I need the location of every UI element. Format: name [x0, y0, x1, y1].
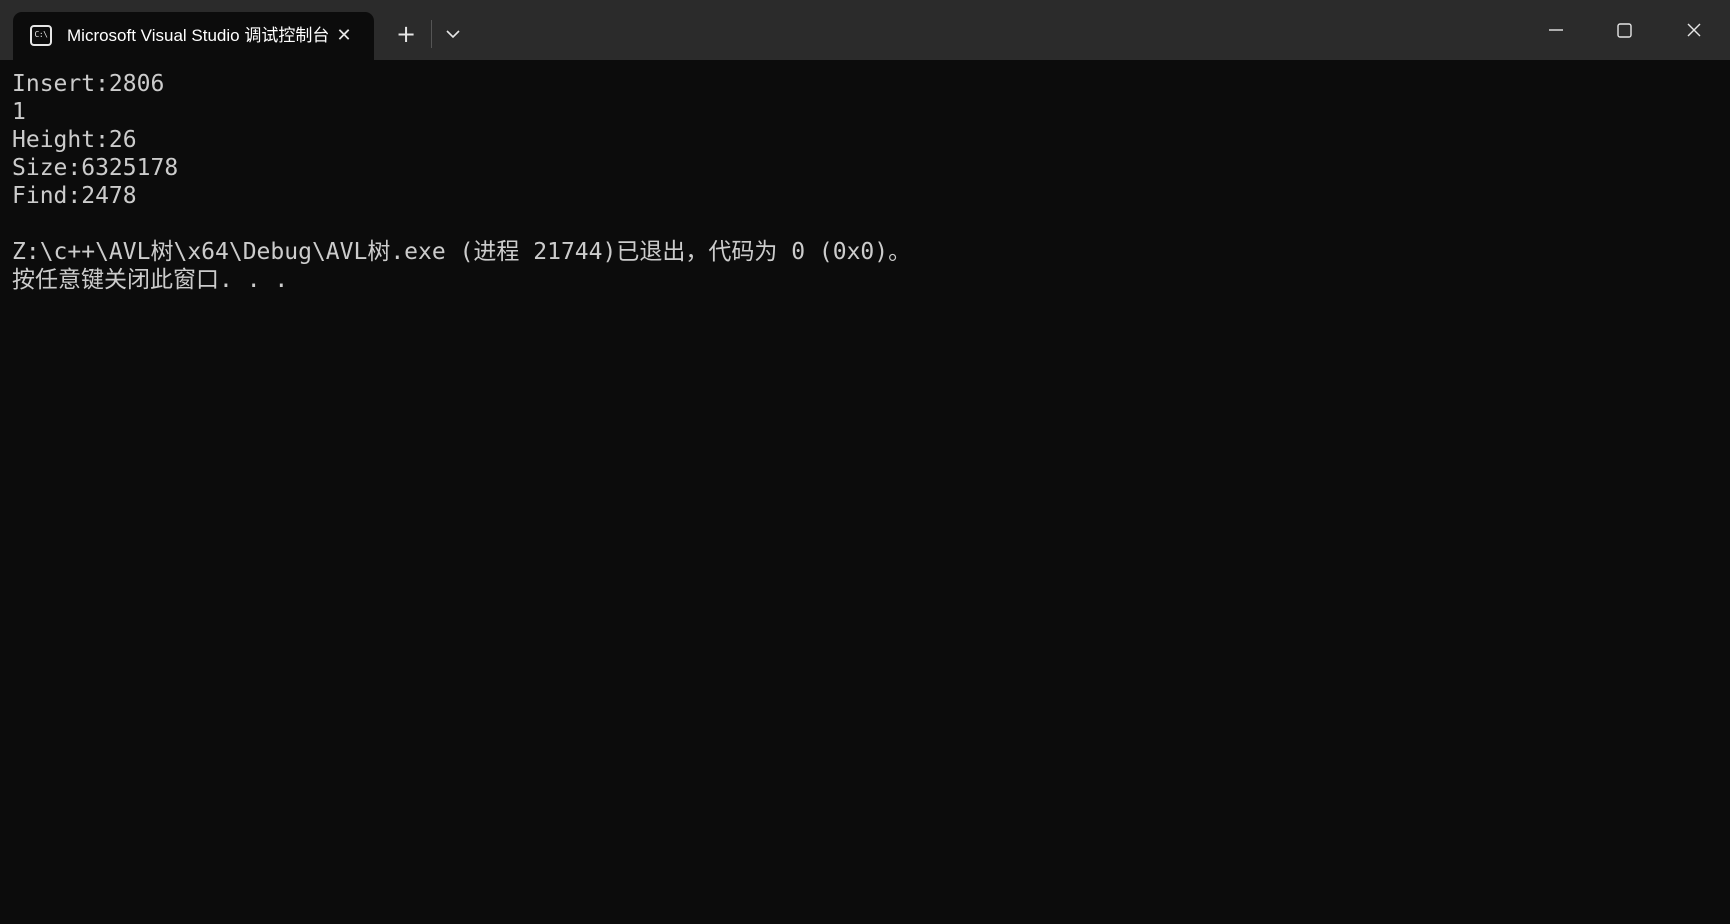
console-line-result: 1 [12, 99, 26, 125]
close-icon: ✕ [336, 25, 352, 46]
tab-dropdown-button[interactable] [436, 17, 470, 51]
plus-icon: + [395, 20, 417, 48]
tab-title: Microsoft Visual Studio 调试控制台 [67, 26, 329, 45]
console-line-insert: Insert:2806 [12, 71, 165, 97]
title-bar: C:\ Microsoft Visual Studio 调试控制台 ✕ + [0, 0, 1730, 60]
minimize-button[interactable] [1522, 0, 1590, 60]
tab-close-button[interactable]: ✕ [331, 23, 357, 49]
console-line-exit-message: Z:\c++\AVL树\x64\Debug\AVL树.exe (进程 21744… [12, 239, 912, 265]
maximize-icon [1617, 23, 1632, 38]
maximize-button[interactable] [1590, 0, 1658, 60]
new-tab-button[interactable]: + [390, 17, 422, 51]
tab-debug-console[interactable]: C:\ Microsoft Visual Studio 调试控制台 ✕ [13, 12, 374, 60]
console-icon: C:\ [30, 25, 52, 46]
console-icon-glyph: C:\ [34, 30, 48, 39]
console-line-find: Find:2478 [12, 183, 137, 209]
close-window-button[interactable] [1658, 0, 1730, 60]
console-line-height: Height:26 [12, 127, 137, 153]
terminal-window: C:\ Microsoft Visual Studio 调试控制台 ✕ + In… [0, 0, 1730, 924]
tab-separator [431, 20, 432, 48]
console-line-press-key: 按任意键关闭此窗口. . . [12, 267, 289, 293]
close-icon [1687, 23, 1701, 37]
chevron-down-icon [446, 30, 460, 39]
console-line-size: Size:6325178 [12, 155, 179, 181]
console-output[interactable]: Insert:2806 1 Height:26 Size:6325178 Fin… [0, 60, 1730, 924]
minimize-icon [1549, 29, 1563, 31]
